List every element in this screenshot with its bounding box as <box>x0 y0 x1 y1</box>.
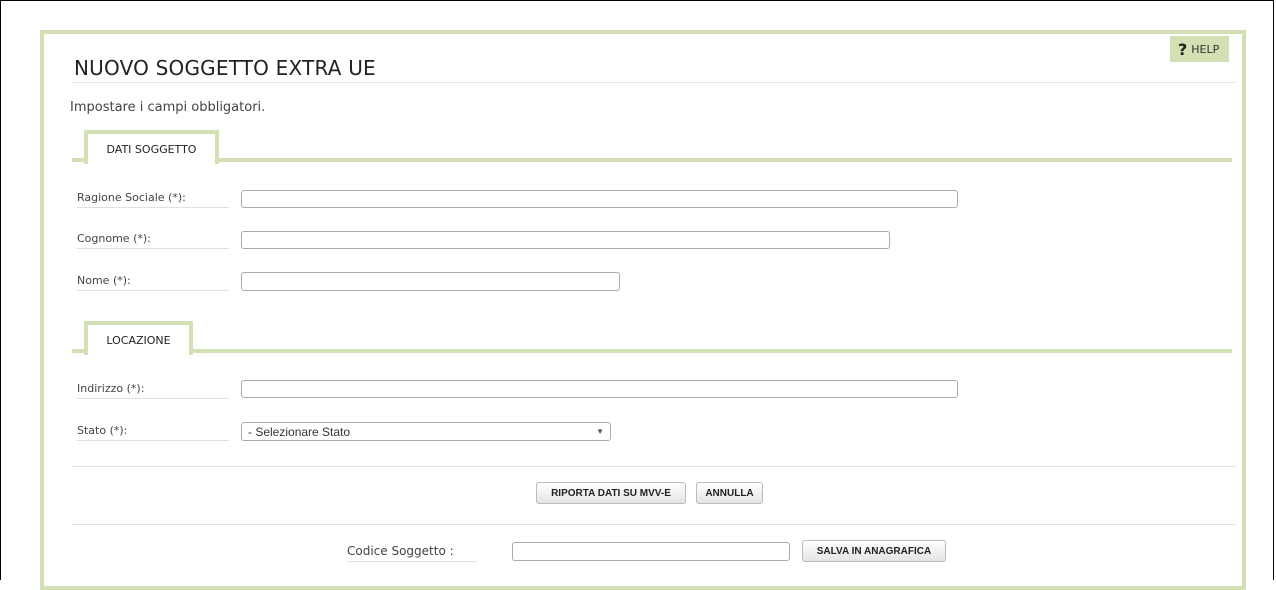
codice-soggetto-input[interactable] <box>512 542 790 561</box>
section-line-locazione <box>72 349 1232 353</box>
chevron-down-icon: ▼ <box>596 427 604 436</box>
stato-selected-value: - Selezionare Stato <box>248 424 351 439</box>
title-divider <box>72 82 1236 83</box>
indirizzo-label: Indirizzo (*): <box>77 382 229 399</box>
riporta-dati-button[interactable]: RIPORTA DATI SU MVV-E <box>536 482 686 504</box>
stato-label: Stato (*): <box>77 424 229 441</box>
ragione-sociale-input[interactable] <box>241 190 958 208</box>
stato-select[interactable]: - Selezionare Stato ▼ <box>241 422 611 441</box>
cognome-label: Cognome (*): <box>77 232 229 249</box>
tab-locazione-label: LOCAZIONE <box>106 333 171 347</box>
tab-locazione[interactable]: LOCAZIONE <box>84 321 193 355</box>
tab-dati-soggetto-label: DATI SOGGETTO <box>106 142 197 156</box>
ragione-sociale-label: Ragione Sociale (*): <box>77 191 229 208</box>
nome-label: Nome (*): <box>77 274 229 291</box>
tab-dati-soggetto[interactable]: DATI SOGGETTO <box>84 130 219 164</box>
help-label: HELP <box>1191 42 1220 56</box>
page-title: NUOVO SOGGETTO EXTRA UE <box>74 56 376 80</box>
help-button[interactable]: ? HELP <box>1170 36 1230 62</box>
nome-input[interactable] <box>241 272 620 291</box>
section-line-dati-soggetto <box>72 158 1232 162</box>
codice-soggetto-label: Codice Soggetto : <box>347 544 477 562</box>
salva-in-anagrafica-button[interactable]: SALVA IN ANAGRAFICA <box>802 540 946 562</box>
divider-actions-bottom <box>72 524 1236 525</box>
cognome-input[interactable] <box>241 231 890 249</box>
annulla-button[interactable]: ANNULLA <box>696 482 763 504</box>
instructions-text: Impostare i campi obbligatori. <box>70 100 266 115</box>
indirizzo-input[interactable] <box>241 380 958 398</box>
question-mark-icon: ? <box>1178 39 1188 59</box>
divider-actions-top <box>72 466 1236 467</box>
